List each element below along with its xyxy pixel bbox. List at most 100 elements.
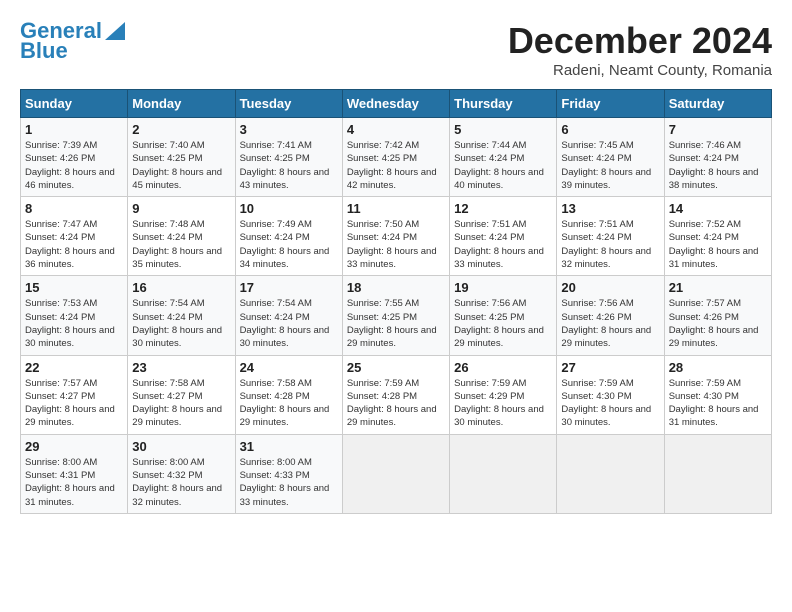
day-number: 23 <box>132 360 230 375</box>
day-info: Sunrise: 7:53 AMSunset: 4:24 PMDaylight:… <box>25 297 123 350</box>
day-info: Sunrise: 7:40 AMSunset: 4:25 PMDaylight:… <box>132 139 230 192</box>
calendar-cell: 27Sunrise: 7:59 AMSunset: 4:30 PMDayligh… <box>557 355 664 434</box>
day-number: 13 <box>561 201 659 216</box>
day-number: 17 <box>240 280 338 295</box>
col-friday: Friday <box>557 90 664 118</box>
day-info: Sunrise: 7:48 AMSunset: 4:24 PMDaylight:… <box>132 218 230 271</box>
calendar-cell: 4 Sunrise: 7:42 AMSunset: 4:25 PMDaylight… <box>342 118 449 197</box>
day-number: 10 <box>240 201 338 216</box>
calendar-cell: 23 Sunrise: 7:58 AMSunset: 4:27 PMDayligh… <box>128 355 235 434</box>
day-info: Sunrise: 7:56 AMSunset: 4:25 PMDaylight:… <box>454 297 552 350</box>
day-number: 11 <box>347 201 445 216</box>
day-number: 30 <box>132 439 230 454</box>
day-info: Sunrise: 7:50 AMSunset: 4:24 PMDaylight:… <box>347 218 445 271</box>
calendar-cell: 2 Sunrise: 7:40 AMSunset: 4:25 PMDaylight… <box>128 118 235 197</box>
calendar-cell: 10 Sunrise: 7:49 AMSunset: 4:24 PMDayligh… <box>235 197 342 276</box>
day-number: 9 <box>132 201 230 216</box>
day-number: 15 <box>25 280 123 295</box>
calendar-cell: 18Sunrise: 7:55 AMSunset: 4:25 PMDayligh… <box>342 276 449 355</box>
day-info: Sunrise: 7:56 AMSunset: 4:26 PMDaylight:… <box>561 297 659 350</box>
day-info: Sunrise: 8:00 AMSunset: 4:32 PMDaylight:… <box>132 456 230 509</box>
calendar-cell: 8 Sunrise: 7:47 AMSunset: 4:24 PMDaylight… <box>21 197 128 276</box>
day-number: 20 <box>561 280 659 295</box>
calendar-cell <box>557 434 664 513</box>
page-header: General Blue December 2024 Radeni, Neamt… <box>20 20 772 79</box>
day-info: Sunrise: 7:46 AMSunset: 4:24 PMDaylight:… <box>669 139 767 192</box>
calendar-row: 29 Sunrise: 8:00 AMSunset: 4:31 PMDayligh… <box>21 434 772 513</box>
calendar-cell <box>450 434 557 513</box>
calendar-cell: 15 Sunrise: 7:53 AMSunset: 4:24 PMDayligh… <box>21 276 128 355</box>
col-wednesday: Wednesday <box>342 90 449 118</box>
col-monday: Monday <box>128 90 235 118</box>
calendar-row: 22 Sunrise: 7:57 AMSunset: 4:27 PMDayligh… <box>21 355 772 434</box>
day-number: 29 <box>25 439 123 454</box>
calendar-cell: 14 Sunrise: 7:52 AMSunset: 4:24 PMDayligh… <box>664 197 771 276</box>
day-number: 12 <box>454 201 552 216</box>
calendar-cell: 5 Sunrise: 7:44 AMSunset: 4:24 PMDaylight… <box>450 118 557 197</box>
calendar-cell: 6Sunrise: 7:45 AMSunset: 4:24 PMDaylight… <box>557 118 664 197</box>
day-number: 24 <box>240 360 338 375</box>
day-info: Sunrise: 7:59 AMSunset: 4:28 PMDaylight:… <box>347 377 445 430</box>
day-info: Sunrise: 7:39 AMSunset: 4:26 PMDaylight:… <box>25 139 123 192</box>
day-number: 25 <box>347 360 445 375</box>
day-info: Sunrise: 7:42 AMSunset: 4:25 PMDaylight:… <box>347 139 445 192</box>
calendar-cell: 12 Sunrise: 7:51 AMSunset: 4:24 PMDayligh… <box>450 197 557 276</box>
col-thursday: Thursday <box>450 90 557 118</box>
calendar-cell: 20 Sunrise: 7:56 AMSunset: 4:26 PMDayligh… <box>557 276 664 355</box>
col-saturday: Saturday <box>664 90 771 118</box>
day-number: 7 <box>669 122 767 137</box>
day-info: Sunrise: 7:57 AMSunset: 4:26 PMDaylight:… <box>669 297 767 350</box>
day-info: Sunrise: 8:00 AMSunset: 4:31 PMDaylight:… <box>25 456 123 509</box>
calendar-cell: 31 Sunrise: 8:00 AMSunset: 4:33 PMDayligh… <box>235 434 342 513</box>
calendar-cell: 28Sunrise: 7:59 AMSunset: 4:30 PMDayligh… <box>664 355 771 434</box>
day-number: 4 <box>347 122 445 137</box>
calendar-row: 15 Sunrise: 7:53 AMSunset: 4:24 PMDayligh… <box>21 276 772 355</box>
calendar-cell: 25 Sunrise: 7:59 AMSunset: 4:28 PMDayligh… <box>342 355 449 434</box>
day-info: Sunrise: 7:44 AMSunset: 4:24 PMDaylight:… <box>454 139 552 192</box>
day-number: 3 <box>240 122 338 137</box>
day-info: Sunrise: 7:45 AMSunset: 4:24 PMDaylight:… <box>561 139 659 192</box>
col-sunday: Sunday <box>21 90 128 118</box>
day-number: 22 <box>25 360 123 375</box>
calendar-cell: 9 Sunrise: 7:48 AMSunset: 4:24 PMDaylight… <box>128 197 235 276</box>
month-title: December 2024 <box>508 20 772 62</box>
day-number: 31 <box>240 439 338 454</box>
day-info: Sunrise: 7:47 AMSunset: 4:24 PMDaylight:… <box>25 218 123 271</box>
calendar-cell: 24 Sunrise: 7:58 AMSunset: 4:28 PMDayligh… <box>235 355 342 434</box>
calendar-cell: 29 Sunrise: 8:00 AMSunset: 4:31 PMDayligh… <box>21 434 128 513</box>
day-number: 2 <box>132 122 230 137</box>
day-info: Sunrise: 7:58 AMSunset: 4:28 PMDaylight:… <box>240 377 338 430</box>
calendar-cell: 3 Sunrise: 7:41 AMSunset: 4:25 PMDaylight… <box>235 118 342 197</box>
calendar-cell: 19 Sunrise: 7:56 AMSunset: 4:25 PMDayligh… <box>450 276 557 355</box>
day-number: 19 <box>454 280 552 295</box>
calendar-header-row: Sunday Monday Tuesday Wednesday Thursday… <box>21 90 772 118</box>
day-number: 1 <box>25 122 123 137</box>
calendar-cell: 26Sunrise: 7:59 AMSunset: 4:29 PMDayligh… <box>450 355 557 434</box>
day-info: Sunrise: 7:49 AMSunset: 4:24 PMDaylight:… <box>240 218 338 271</box>
day-info: Sunrise: 7:58 AMSunset: 4:27 PMDaylight:… <box>132 377 230 430</box>
day-info: Sunrise: 7:59 AMSunset: 4:30 PMDaylight:… <box>669 377 767 430</box>
calendar-cell: 13 Sunrise: 7:51 AMSunset: 4:24 PMDayligh… <box>557 197 664 276</box>
calendar-cell <box>664 434 771 513</box>
day-info: Sunrise: 7:57 AMSunset: 4:27 PMDaylight:… <box>25 377 123 430</box>
calendar-cell <box>342 434 449 513</box>
logo-subtext: Blue <box>20 40 68 62</box>
day-info: Sunrise: 7:51 AMSunset: 4:24 PMDaylight:… <box>454 218 552 271</box>
day-number: 5 <box>454 122 552 137</box>
calendar-cell: 17Sunrise: 7:54 AMSunset: 4:24 PMDayligh… <box>235 276 342 355</box>
location: Radeni, Neamt County, Romania <box>508 62 772 79</box>
day-number: 14 <box>669 201 767 216</box>
logo: General Blue <box>20 20 125 62</box>
calendar-cell: 22 Sunrise: 7:57 AMSunset: 4:27 PMDayligh… <box>21 355 128 434</box>
day-info: Sunrise: 7:41 AMSunset: 4:25 PMDaylight:… <box>240 139 338 192</box>
day-info: Sunrise: 7:59 AMSunset: 4:30 PMDaylight:… <box>561 377 659 430</box>
calendar-table: Sunday Monday Tuesday Wednesday Thursday… <box>20 89 772 514</box>
calendar-row: 8 Sunrise: 7:47 AMSunset: 4:24 PMDaylight… <box>21 197 772 276</box>
calendar-cell: 30 Sunrise: 8:00 AMSunset: 4:32 PMDayligh… <box>128 434 235 513</box>
calendar-row: 1 Sunrise: 7:39 AMSunset: 4:26 PMDaylight… <box>21 118 772 197</box>
calendar-cell: 11 Sunrise: 7:50 AMSunset: 4:24 PMDayligh… <box>342 197 449 276</box>
day-number: 8 <box>25 201 123 216</box>
day-info: Sunrise: 7:52 AMSunset: 4:24 PMDaylight:… <box>669 218 767 271</box>
day-info: Sunrise: 8:00 AMSunset: 4:33 PMDaylight:… <box>240 456 338 509</box>
day-info: Sunrise: 7:51 AMSunset: 4:24 PMDaylight:… <box>561 218 659 271</box>
